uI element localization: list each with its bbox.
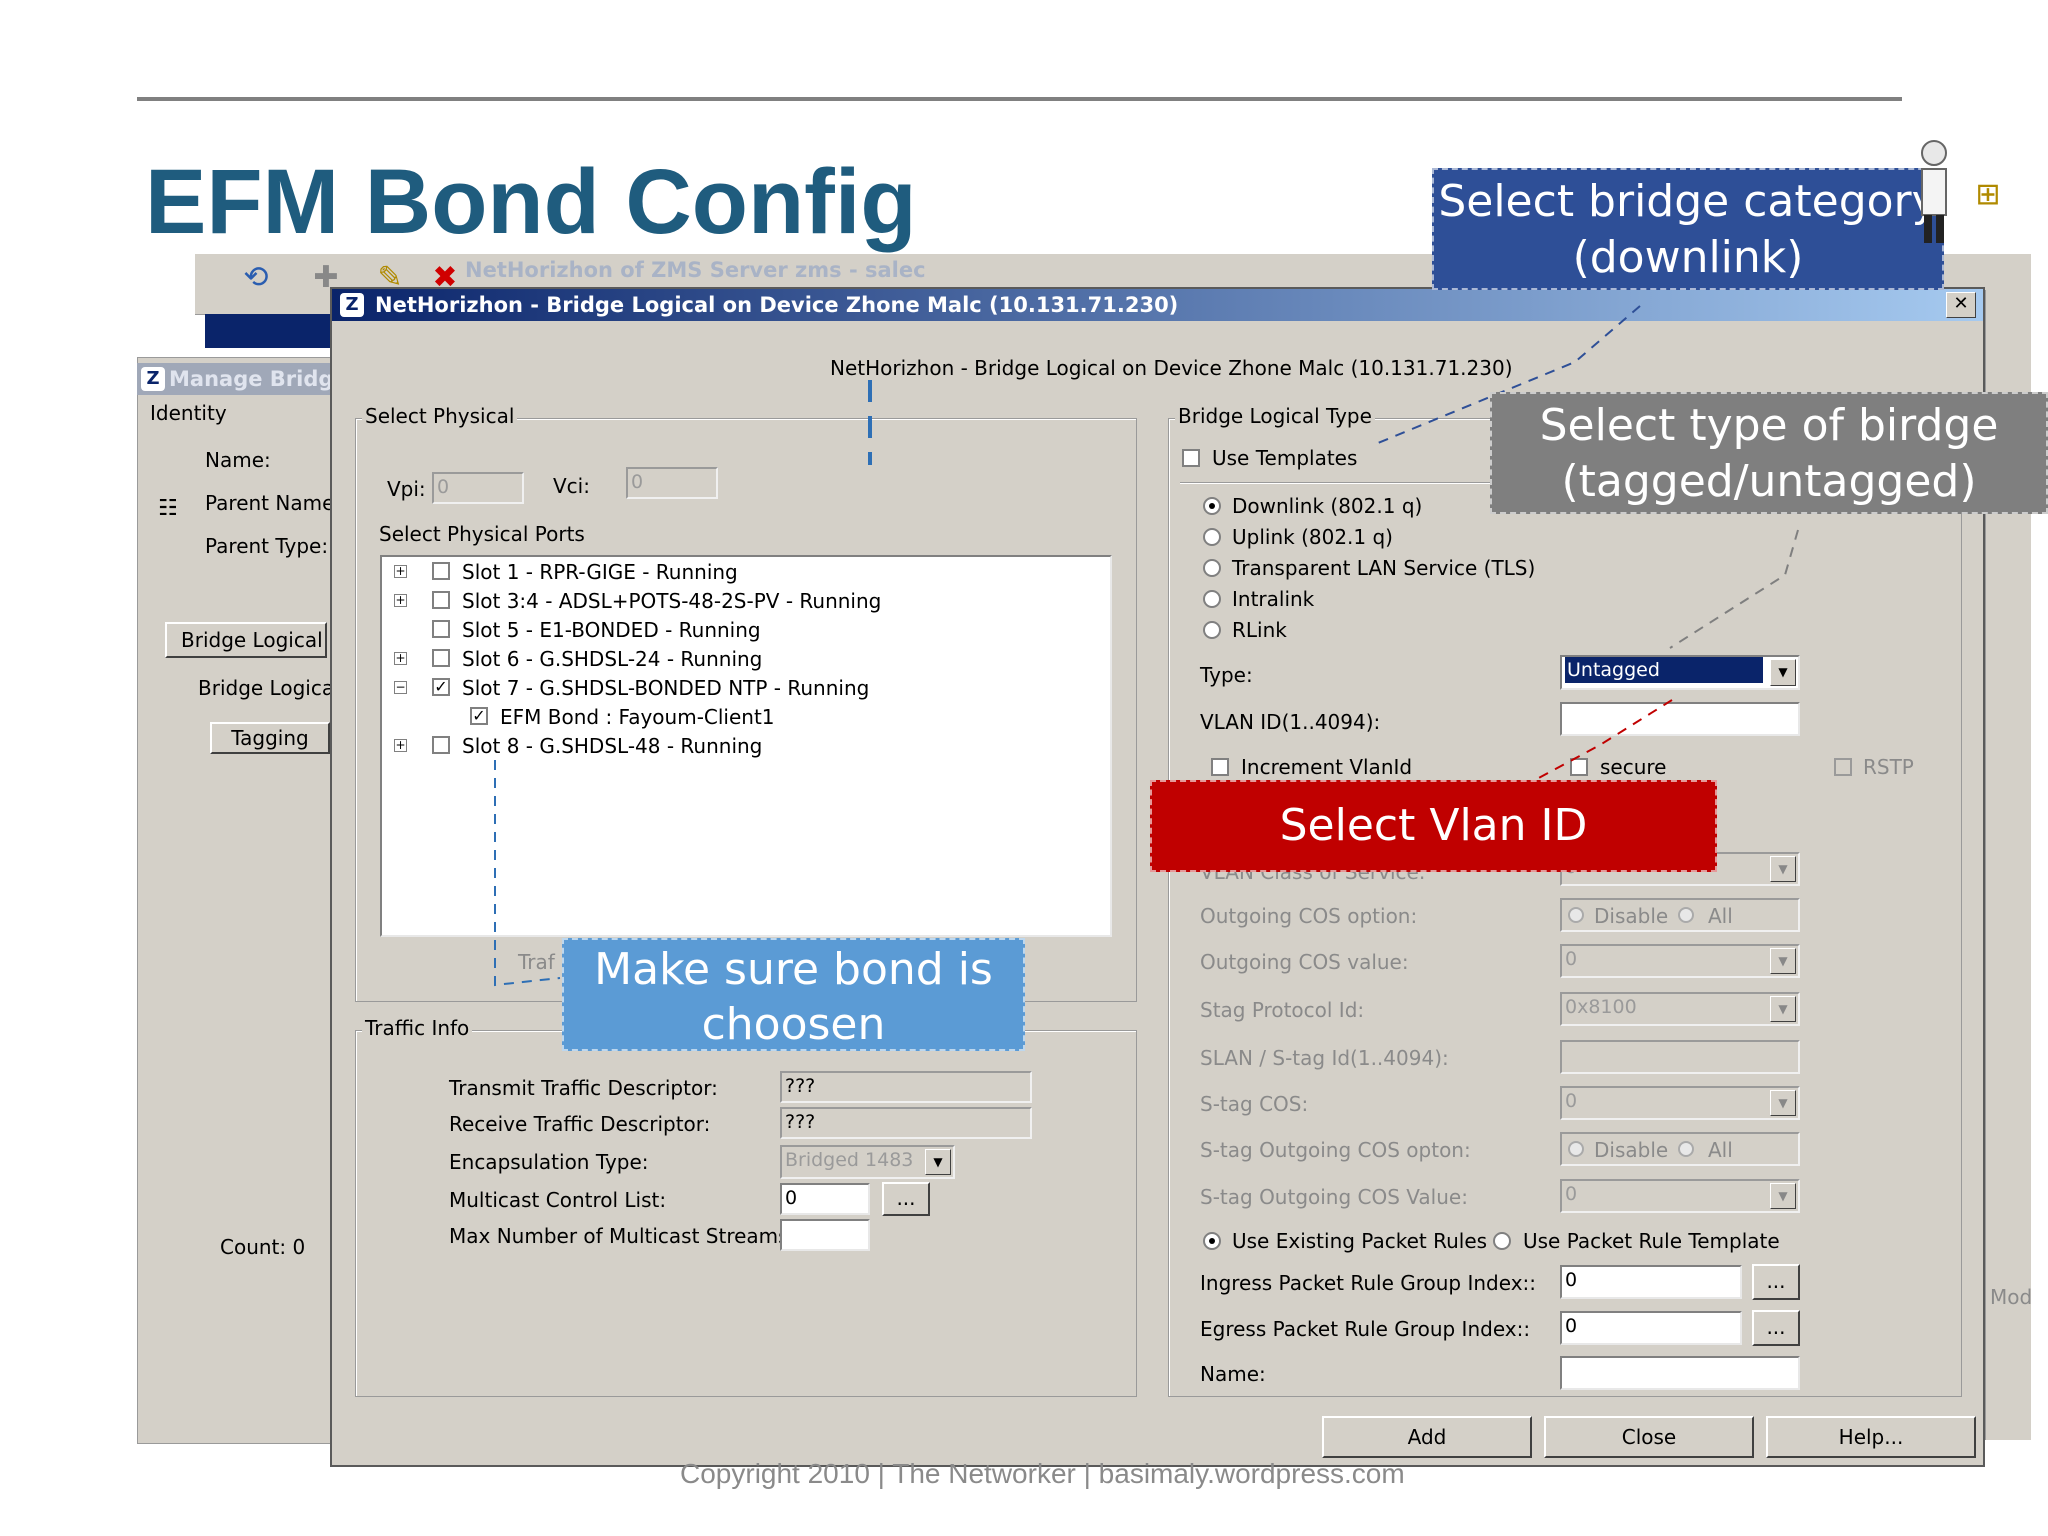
callout-bridge-category: Select bridge category (downlink) xyxy=(1432,168,1944,290)
callout-bond-line1: Make sure bond is xyxy=(594,944,993,995)
callout-bond: Make sure bond is choosen xyxy=(562,938,1025,1051)
connector-bond xyxy=(494,760,561,987)
person-clipart-icon xyxy=(1921,140,1947,243)
callout-bond-line2: choosen xyxy=(701,999,886,1050)
connector-type xyxy=(1669,529,1799,649)
callout-bridge-category-line2: (downlink) xyxy=(1572,232,1804,283)
callout-vlan-id: Select Vlan ID xyxy=(1150,780,1717,872)
callout-bridge-type-line2: (tagged/untagged) xyxy=(1561,456,1977,507)
callout-bridge-category-line1: Select bridge category xyxy=(1438,176,1938,227)
callout-bridge-type: Select type of birdge (tagged/untagged) xyxy=(1490,392,2048,514)
computer-add-icon: ⊞ xyxy=(1975,177,2001,212)
callout-bridge-type-line1: Select type of birdge xyxy=(1539,400,1999,451)
connector-vlan xyxy=(1534,699,1673,781)
